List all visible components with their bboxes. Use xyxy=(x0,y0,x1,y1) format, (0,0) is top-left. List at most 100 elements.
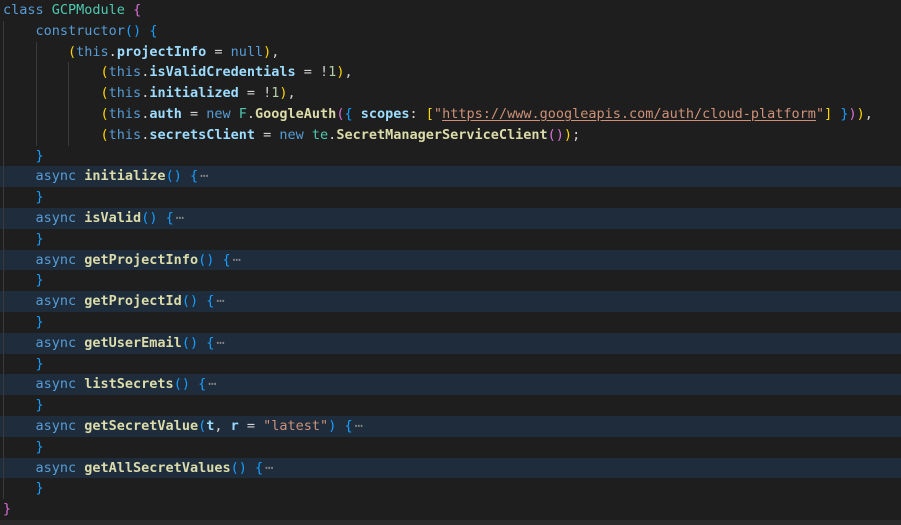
fold-ellipsis[interactable]: ⋯ xyxy=(214,293,224,309)
indent-guide xyxy=(3,83,4,104)
code-token: : xyxy=(409,105,426,122)
indent-guide xyxy=(3,124,4,146)
code-token: } xyxy=(35,397,44,414)
code-token: } xyxy=(35,355,44,372)
code-token: ( xyxy=(181,293,190,310)
code-token: async xyxy=(35,417,85,434)
code-token: [ xyxy=(425,105,434,122)
code-line[interactable]: (this.secretsClient = new te.SecretManag… xyxy=(0,124,901,146)
code-line[interactable]: } xyxy=(0,353,901,375)
code-line[interactable]: } xyxy=(0,228,901,250)
indent-guide xyxy=(3,145,4,167)
code-content: class GCPModule {constructor() {(this.pr… xyxy=(0,0,901,520)
code-line[interactable]: } xyxy=(0,187,901,208)
code-line-folded[interactable]: async isValid() {⋯ xyxy=(0,207,901,229)
code-token: initialize xyxy=(84,168,166,185)
code-token: . xyxy=(108,43,117,60)
code-line-folded[interactable]: async getProjectId() {⋯ xyxy=(0,291,901,312)
fold-ellipsis[interactable]: ⋯ xyxy=(206,376,216,392)
code-token: getAllSecretValues xyxy=(84,459,231,476)
indent-guide xyxy=(3,374,4,396)
code-line[interactable]: } xyxy=(0,395,901,416)
code-line-folded[interactable]: async getUserEmail() {⋯ xyxy=(0,332,901,354)
code-line[interactable]: } xyxy=(0,499,901,520)
indent-guide xyxy=(3,62,4,84)
indent-guide xyxy=(3,457,4,479)
code-token: new xyxy=(279,126,312,143)
code-line-folded[interactable]: async getProjectInfo() {⋯ xyxy=(0,249,901,271)
indent-guide xyxy=(68,62,70,84)
code-token: } xyxy=(35,438,44,455)
code-token: async xyxy=(35,459,85,476)
indent-guide xyxy=(35,41,37,63)
code-token: ( xyxy=(198,417,207,434)
code-token: ) xyxy=(133,22,142,39)
code-token: async xyxy=(35,251,85,268)
indent-guide xyxy=(3,41,4,63)
code-token: initialized xyxy=(149,85,239,102)
code-token: SecretManagerServiceClient xyxy=(336,126,548,143)
indent-guide xyxy=(3,166,4,188)
indent-guide xyxy=(68,103,70,125)
code-token: getUserEmail xyxy=(84,334,182,351)
code-editor: class GCPModule {constructor() {(this.pr… xyxy=(0,0,901,525)
indent-guide xyxy=(3,436,4,458)
code-token: { xyxy=(344,417,353,434)
code-line[interactable]: } xyxy=(0,436,901,458)
code-token: ( xyxy=(100,85,109,102)
indent-guide xyxy=(3,207,4,229)
code-token: async xyxy=(35,334,85,351)
code-token: } xyxy=(35,272,44,289)
code-line[interactable]: (this.projectInfo = null), xyxy=(0,41,901,63)
code-line[interactable]: class GCPModule { xyxy=(0,0,901,21)
url-link[interactable]: https://www.googleapis.com/auth/cloud-pl… xyxy=(442,106,816,122)
code-token: " xyxy=(433,105,443,122)
code-line-folded[interactable]: async getSecretValue(t, r = "latest") {⋯ xyxy=(0,415,901,437)
fold-ellipsis[interactable]: ⋯ xyxy=(174,210,184,226)
code-token: , xyxy=(344,64,353,81)
fold-ellipsis[interactable]: ⋯ xyxy=(214,335,224,351)
code-token: = xyxy=(238,85,264,102)
fold-ellipsis[interactable]: ⋯ xyxy=(198,168,208,184)
indent-guide xyxy=(3,228,4,250)
code-token: te xyxy=(311,126,329,143)
code-line-folded[interactable]: async getAllSecretValues() {⋯ xyxy=(0,457,901,479)
indent-guide xyxy=(68,83,70,104)
indent-guide xyxy=(3,291,4,312)
code-token: ) xyxy=(189,293,199,310)
code-token: ( xyxy=(124,22,134,39)
code-token: ( xyxy=(198,251,207,268)
code-token: async xyxy=(35,376,85,393)
code-token: ( xyxy=(230,459,239,476)
code-line[interactable]: } xyxy=(0,270,901,292)
code-line[interactable]: } xyxy=(0,478,901,500)
code-token: ( xyxy=(165,168,174,185)
code-token: ) xyxy=(848,105,857,122)
code-line[interactable]: (this.initialized = !1), xyxy=(0,83,901,104)
code-token: constructor xyxy=(35,22,125,39)
code-token: F xyxy=(238,105,247,122)
fold-ellipsis[interactable]: ⋯ xyxy=(353,418,363,434)
code-line[interactable]: (this.auth = new F.GoogleAuth({ scopes: … xyxy=(0,103,901,125)
code-line-folded[interactable]: async listSecrets() {⋯ xyxy=(0,374,901,396)
code-line[interactable]: (this.isValidCredentials = !1), xyxy=(0,62,901,84)
indent-guide xyxy=(3,415,4,437)
code-line[interactable]: } xyxy=(0,145,901,167)
code-line[interactable]: } xyxy=(0,311,901,333)
code-token: secretsClient xyxy=(149,126,255,143)
code-line-folded[interactable]: async initialize() {⋯ xyxy=(0,166,901,188)
indent-guide xyxy=(3,353,4,375)
code-token: listSecrets xyxy=(84,376,174,393)
code-token: = xyxy=(238,417,264,434)
fold-ellipsis[interactable]: ⋯ xyxy=(263,460,273,476)
fold-ellipsis[interactable]: ⋯ xyxy=(231,252,241,268)
code-token: auth xyxy=(149,105,182,122)
code-token: } xyxy=(840,105,849,122)
code-line[interactable]: constructor() { xyxy=(0,20,901,42)
code-token: async xyxy=(35,168,85,185)
